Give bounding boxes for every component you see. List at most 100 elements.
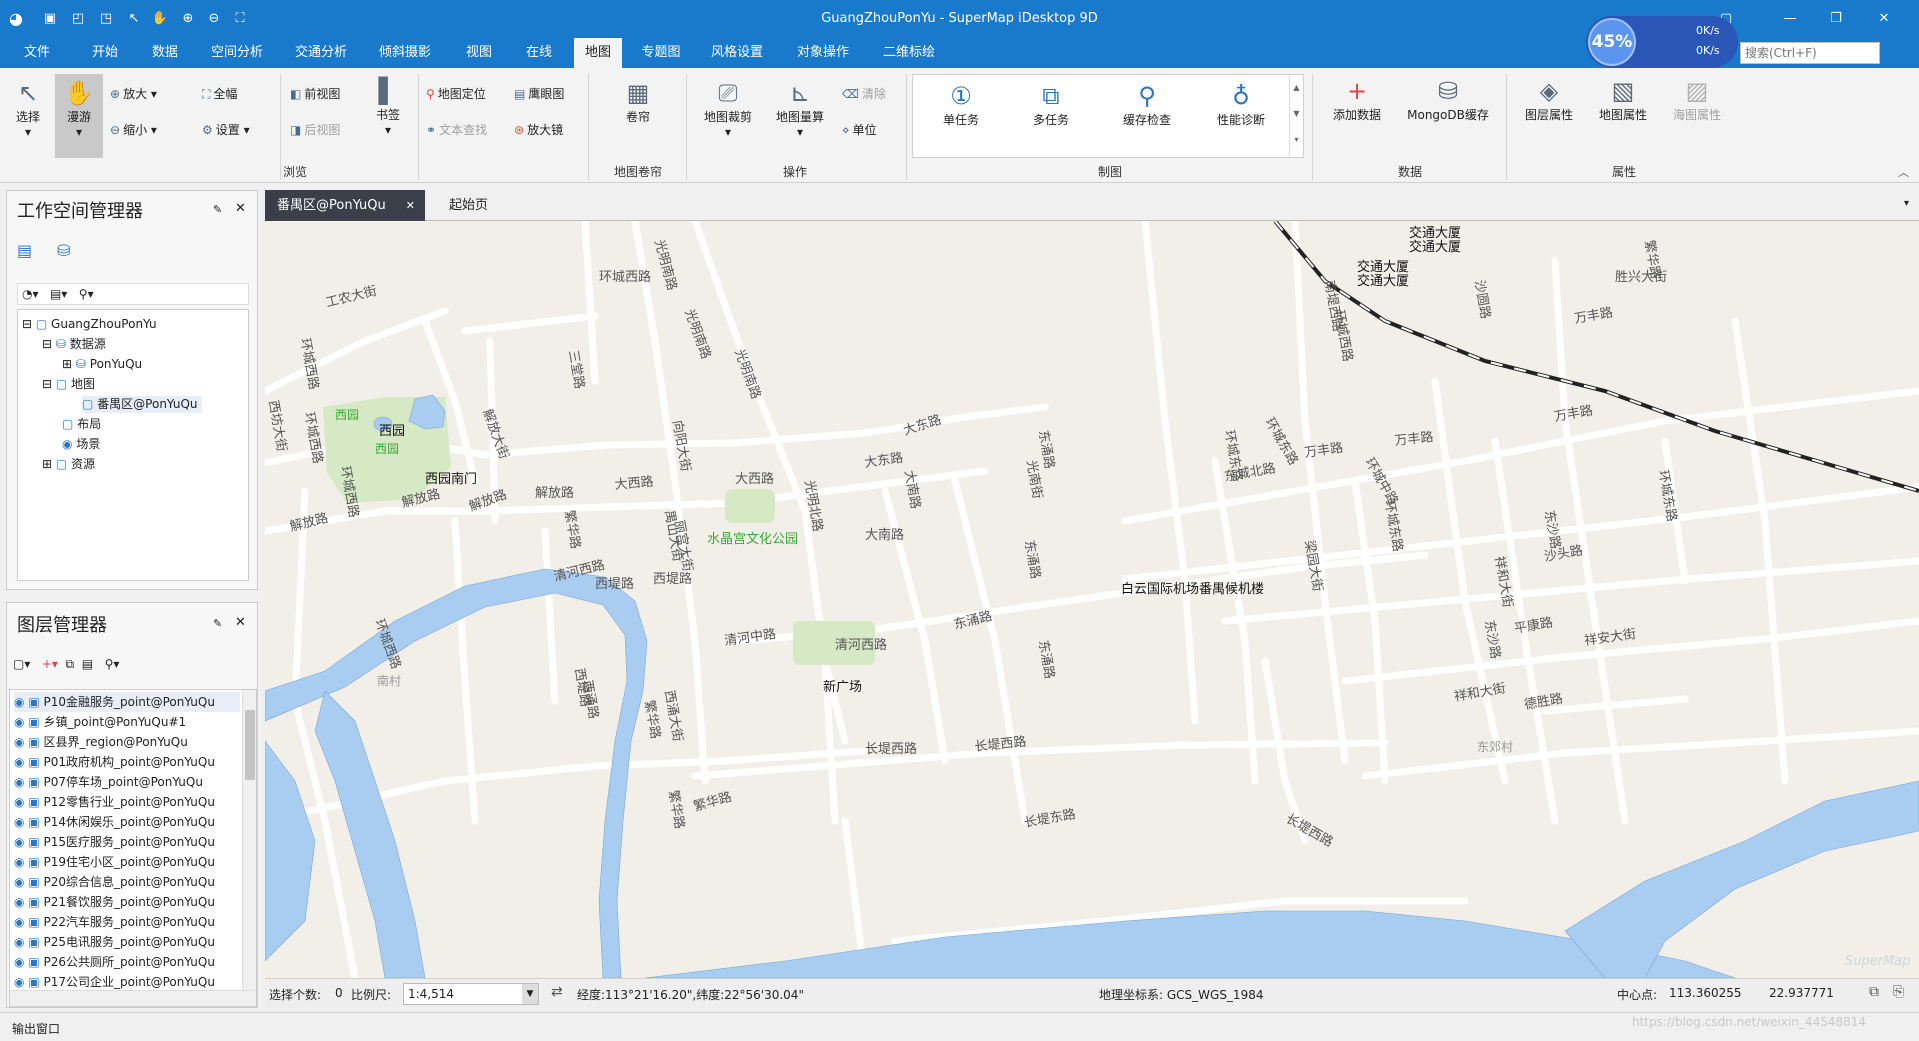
zoom-in-button[interactable]: ⊕ 放大 ▾ xyxy=(110,84,157,104)
poi-label[interactable]: 白云国际机场番禺候机楼 xyxy=(1121,581,1264,597)
tab-map[interactable]: 番禺区@PonYuQu ✕ xyxy=(265,190,425,221)
copy-layer-icon[interactable]: ⧉ xyxy=(66,657,75,671)
layer-list-scrollbar[interactable] xyxy=(242,690,256,990)
poi-label[interactable]: 东郊村 xyxy=(1477,740,1513,754)
menu-thematic[interactable]: 专题图 xyxy=(630,38,692,68)
menu-object-ops[interactable]: 对象操作 xyxy=(786,38,860,68)
tab-start-page[interactable]: 起始页 xyxy=(437,190,500,221)
layer-row[interactable]: ◉ ▣ P15医疗服务_point@PonYuQu xyxy=(14,832,240,852)
output-window-tab[interactable]: 输出窗口 xyxy=(12,1020,60,1037)
restore-icon[interactable]: ❐ xyxy=(1826,9,1846,29)
map-canvas[interactable]: 环城西路工农大街环城西路西坊大街 环城西路环城西路解放大街解放路解放路解放路解放路… xyxy=(265,221,1919,978)
tree-node-maps[interactable]: ⊟ ▢ 地图 xyxy=(42,376,95,393)
swap-icon[interactable]: ⇄ xyxy=(551,984,563,1000)
visibility-eye-icon[interactable]: ◉ xyxy=(14,755,24,769)
map-view[interactable]: 环城西路 工农大街 环城西路 西坊大街 环城西路 环城西路 解放大街 解放路 解放路 解放路 解放路… xyxy=(265,221,1919,978)
map-locate-button[interactable]: ⚲ 地图定位 xyxy=(426,84,486,104)
diagnose-button[interactable]: ♁ 性能诊断 xyxy=(1203,81,1279,128)
layer-props-button[interactable]: ◈ 图层属性 xyxy=(1514,76,1584,123)
layer-list-hscrollbar[interactable] xyxy=(10,990,256,1006)
poi-label[interactable]: 西园 xyxy=(379,424,405,439)
add-layer-icon[interactable]: +▾ xyxy=(42,657,58,671)
minimize-icon[interactable]: — xyxy=(1780,9,1800,29)
visibility-eye-icon[interactable]: ◉ xyxy=(14,935,24,949)
map-measure-button[interactable]: ⊾ 地图量算 ▾ xyxy=(768,78,832,139)
data-tree-tab-icon[interactable]: ⛁ xyxy=(57,241,70,260)
poi-label[interactable]: 南村 xyxy=(377,673,401,688)
menu-file[interactable]: 文件 xyxy=(12,38,62,68)
cache-check-button[interactable]: ⚲ 缓存检查 xyxy=(1109,81,1185,128)
layer-row[interactable]: ◉ ▣ P07停车场_point@PonYuQu xyxy=(14,772,240,792)
tab-menu-icon[interactable]: ▾ xyxy=(1904,198,1909,209)
poi-label[interactable]: 水晶宫文化公园 xyxy=(707,532,798,547)
visibility-eye-icon[interactable]: ◉ xyxy=(14,775,24,789)
menu-plotting[interactable]: 二维标绘 xyxy=(872,38,946,68)
layer-group-icon[interactable]: ▢▾ xyxy=(13,657,30,671)
poi-label[interactable]: 交通大厦 xyxy=(1409,239,1461,255)
next-view-button[interactable]: ◨ 后视图 xyxy=(290,120,340,140)
map-clip-button[interactable]: ⎚ 地图裁剪 ▾ xyxy=(696,78,760,139)
chart-props-button[interactable]: ▨ 海图属性 xyxy=(1662,76,1732,123)
visibility-eye-icon[interactable]: ◉ xyxy=(14,975,24,989)
layer-row[interactable]: ◉ ▣ P01政府机构_point@PonYuQu xyxy=(14,752,240,772)
visibility-eye-icon[interactable]: ◉ xyxy=(14,875,24,889)
open-workspace-icon[interactable]: ◔▾ xyxy=(22,287,39,301)
layer-row[interactable]: ◉ ▣ 区县界_region@PonYuQu xyxy=(14,732,240,752)
close-icon[interactable]: ✕ xyxy=(235,201,246,216)
menu-data[interactable]: 数据 xyxy=(140,38,190,68)
visibility-eye-icon[interactable]: ◉ xyxy=(14,835,24,849)
visibility-eye-icon[interactable]: ◉ xyxy=(14,895,24,909)
layer-row[interactable]: ◉ ▣ P20综合信息_point@PonYuQu xyxy=(14,872,240,892)
layer-row[interactable]: ◉ ▣ 乡镇_point@PonYuQu#1 xyxy=(14,712,240,732)
visibility-eye-icon[interactable]: ◉ xyxy=(14,815,24,829)
menu-traffic-analysis[interactable]: 交通分析 xyxy=(284,38,358,68)
layer-row[interactable]: ◉ ▣ P26公共厕所_point@PonYuQu xyxy=(14,952,240,972)
magnifier-button[interactable]: ⊛ 放大镜 xyxy=(514,120,563,140)
eagle-eye-button[interactable]: ▤ 鹰眼图 xyxy=(514,84,564,104)
close-icon[interactable]: ✕ xyxy=(1874,9,1894,29)
poi-label[interactable]: 交通大厦 xyxy=(1357,259,1409,275)
visibility-eye-icon[interactable]: ◉ xyxy=(14,955,24,969)
tab-close-icon[interactable]: ✕ xyxy=(406,190,415,221)
search-icon[interactable]: ⚲▾ xyxy=(105,657,120,671)
layer-list-icon[interactable]: ▤ xyxy=(82,657,93,671)
menu-style[interactable]: 风格设置 xyxy=(700,38,774,68)
settings-button[interactable]: ⚙ 设置 ▾ xyxy=(202,120,250,140)
menu-spatial-analysis[interactable]: 空间分析 xyxy=(200,38,274,68)
poi-label[interactable]: 新广场 xyxy=(823,679,862,695)
zoom-out-button[interactable]: ⊖ 缩小 ▾ xyxy=(110,120,157,140)
new-item-icon[interactable]: ▤▾ xyxy=(50,287,67,301)
layer-row[interactable]: ◉ ▣ P14休闲娱乐_point@PonYuQu xyxy=(14,812,240,832)
map-props-button[interactable]: ▧ 地图属性 xyxy=(1588,76,1658,123)
tree-node-scenes[interactable]: ◉ 场景 xyxy=(62,436,100,453)
tree-node-resources[interactable]: ⊞ ▢ 资源 xyxy=(42,456,95,473)
visibility-eye-icon[interactable]: ◉ xyxy=(14,855,24,869)
menu-view[interactable]: 视图 xyxy=(454,38,504,68)
visibility-eye-icon[interactable]: ◉ xyxy=(14,915,24,929)
visibility-eye-icon[interactable]: ◉ xyxy=(14,715,24,729)
search-icon[interactable]: ⚲▾ xyxy=(79,287,94,301)
full-extent-button[interactable]: ⛶ 全幅 xyxy=(202,84,237,104)
layer-row[interactable]: ◉ ▣ P10金融服务_point@PonYuQu xyxy=(14,692,240,712)
search-input[interactable] xyxy=(1740,42,1880,64)
poi-label[interactable]: 交通大厦 xyxy=(1357,273,1409,289)
gallery-scroll-icon[interactable]: ▲ ▼ ▾ xyxy=(1289,75,1303,157)
layer-row[interactable]: ◉ ▣ P17公司企业_point@PonYuQu xyxy=(14,972,240,992)
layer-row[interactable]: ◉ ▣ P25电讯服务_point@PonYuQu xyxy=(14,932,240,952)
select-button[interactable]: ↖ 选择 ▾ xyxy=(6,78,50,139)
text-find-button[interactable]: ⚭ 文本查找 xyxy=(426,120,487,140)
close-icon[interactable]: ✕ xyxy=(235,615,246,630)
unit-button[interactable]: ⋄ 单位 xyxy=(842,120,877,140)
poi-label[interactable]: 西园 xyxy=(375,442,399,456)
bookmark-button[interactable]: ▌ 书签 ▾ xyxy=(366,76,410,137)
layer-row[interactable]: ◉ ▣ P21餐饮服务_point@PonYuQu xyxy=(14,892,240,912)
roller-button[interactable]: ▦ 卷帘 xyxy=(610,78,666,125)
tree-node-map[interactable]: ▢ 番禺区@PonYuQu xyxy=(82,396,202,413)
single-task-button[interactable]: ① 单任务 xyxy=(927,81,995,128)
menu-map[interactable]: 地图 xyxy=(574,38,622,68)
tree-node-datasource[interactable]: ⊞ ⛁ PonYuQu xyxy=(62,356,142,373)
layer-row[interactable]: ◉ ▣ P19住宅小区_point@PonYuQu xyxy=(14,852,240,872)
menu-oblique[interactable]: 倾斜摄影 xyxy=(368,38,442,68)
layer-row[interactable]: ◉ ▣ P22汽车服务_point@PonYuQu xyxy=(14,912,240,932)
prev-view-button[interactable]: ◧ 前视图 xyxy=(290,84,340,104)
